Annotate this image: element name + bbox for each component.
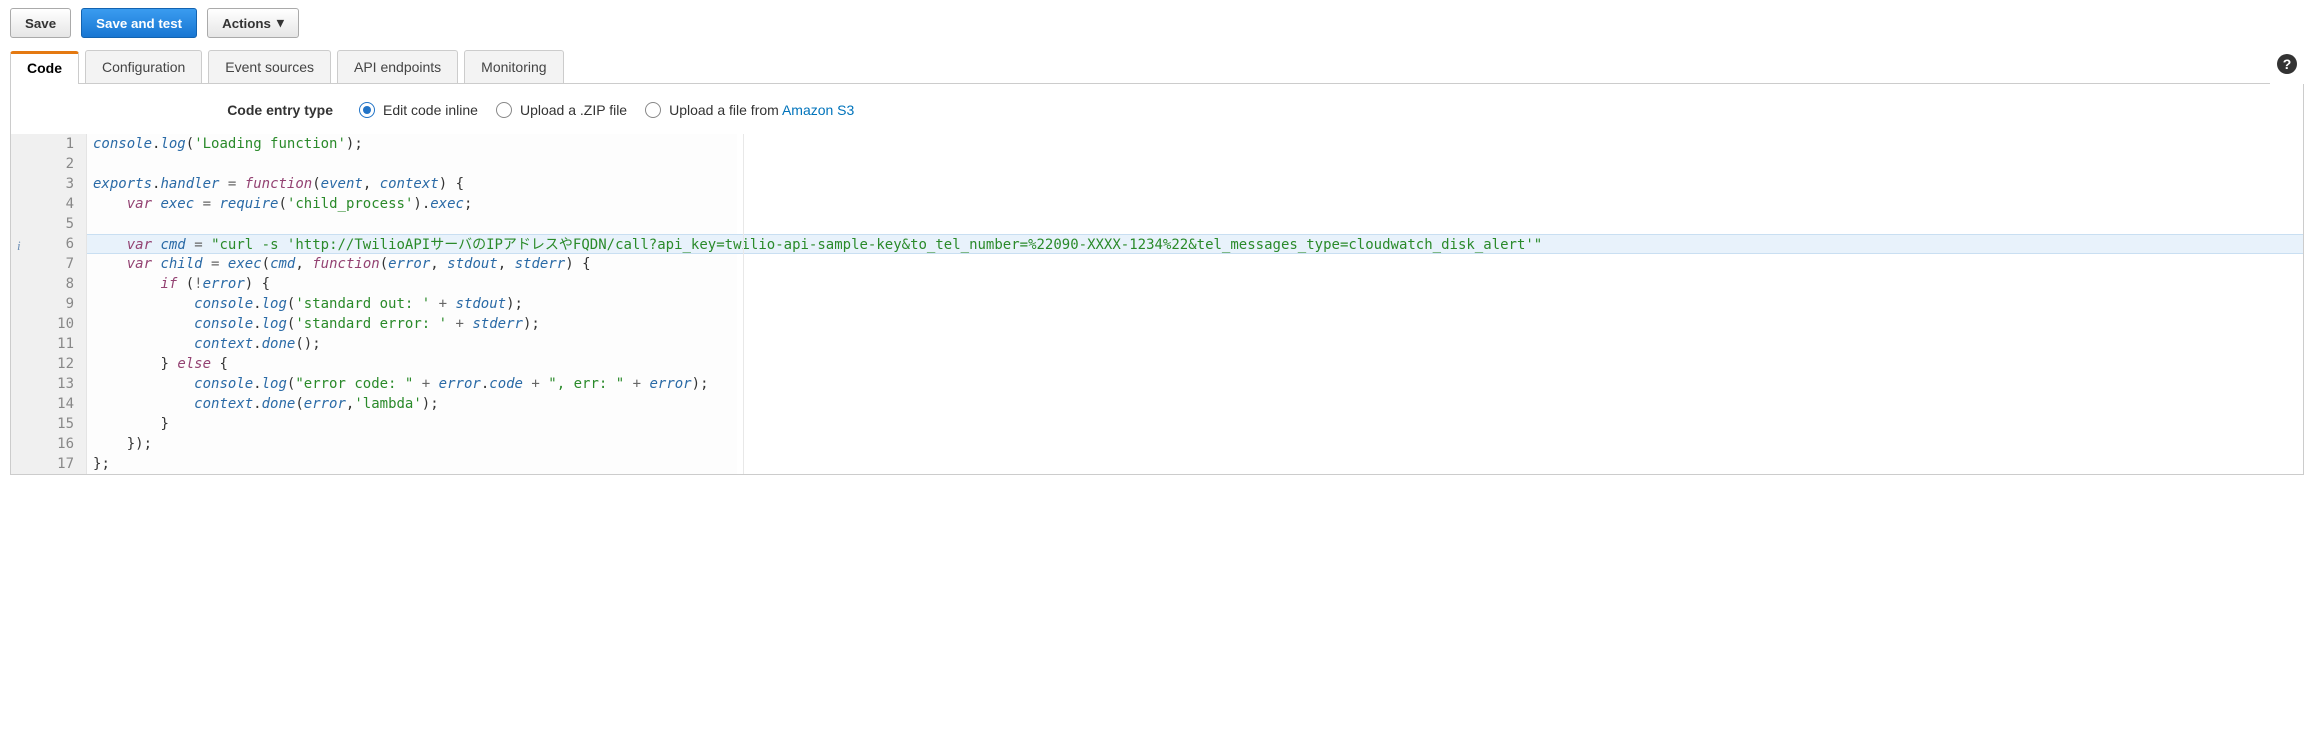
print-margin-line: [743, 134, 744, 474]
line-number: 1: [11, 134, 86, 154]
code-entry-type-label: Code entry type: [11, 102, 341, 118]
code-entry-type-row: Code entry type Edit code inline Upload …: [11, 102, 2303, 134]
code-line[interactable]: } else {: [87, 354, 2303, 374]
code-line[interactable]: context.done(error,'lambda');: [87, 394, 2303, 414]
tab-bar: Code Configuration Event sources API end…: [10, 50, 564, 84]
tab-monitoring[interactable]: Monitoring: [464, 50, 563, 83]
radio-icon: [359, 102, 375, 118]
line-number: 17: [11, 454, 86, 474]
line-number: 8: [11, 274, 86, 294]
code-line[interactable]: if (!error) {: [87, 274, 2303, 294]
actions-label: Actions: [222, 16, 271, 31]
line-number: 12: [11, 354, 86, 374]
radio-icon: [645, 102, 661, 118]
code-editor[interactable]: 123456i7891011121314151617 console.log('…: [11, 134, 2303, 474]
caret-down-icon: ▾: [277, 15, 284, 31]
code-line[interactable]: var child = exec(cmd, function(error, st…: [87, 254, 2303, 274]
code-line[interactable]: context.done();: [87, 334, 2303, 354]
actions-dropdown-button[interactable]: Actions ▾: [207, 8, 299, 38]
info-icon: i: [17, 236, 21, 256]
radio-upload-s3[interactable]: Upload a file from Amazon S3: [645, 102, 854, 118]
radio-label: Edit code inline: [383, 102, 478, 118]
code-panel: Code entry type Edit code inline Upload …: [10, 84, 2304, 475]
code-line[interactable]: var exec = require('child_process').exec…: [87, 194, 2303, 214]
line-number-gutter: 123456i7891011121314151617: [11, 134, 87, 474]
line-number: 7: [11, 254, 86, 274]
line-number: 2: [11, 154, 86, 174]
amazon-s3-link[interactable]: Amazon S3: [782, 102, 854, 118]
code-line[interactable]: console.log("error code: " + error.code …: [87, 374, 2303, 394]
code-line[interactable]: console.log('standard error: ' + stderr)…: [87, 314, 2303, 334]
save-button[interactable]: Save: [10, 8, 71, 38]
code-line[interactable]: };: [87, 454, 2303, 474]
question-mark-glyph: ?: [2283, 56, 2292, 72]
line-number: 16: [11, 434, 86, 454]
code-line[interactable]: [87, 214, 2303, 234]
code-content[interactable]: console.log('Loading function'); exports.…: [87, 134, 2303, 474]
line-number: 9: [11, 294, 86, 314]
radio-upload-zip[interactable]: Upload a .ZIP file: [496, 102, 627, 118]
help-icon[interactable]: ?: [2270, 53, 2304, 81]
toolbar: Save Save and test Actions ▾: [10, 8, 2304, 38]
line-number: 14: [11, 394, 86, 414]
tab-event-sources[interactable]: Event sources: [208, 50, 331, 83]
radio-icon: [496, 102, 512, 118]
line-number: 5: [11, 214, 86, 234]
code-line[interactable]: }: [87, 414, 2303, 434]
code-line[interactable]: });: [87, 434, 2303, 454]
line-number: 6i: [11, 234, 86, 254]
line-number: 10: [11, 314, 86, 334]
radio-label: Upload a .ZIP file: [520, 102, 627, 118]
radio-label: Upload a file from Amazon S3: [669, 102, 854, 118]
radio-edit-inline[interactable]: Edit code inline: [359, 102, 478, 118]
line-number: 4: [11, 194, 86, 214]
line-number: 13: [11, 374, 86, 394]
code-line[interactable]: console.log('Loading function');: [87, 134, 2303, 154]
tab-configuration[interactable]: Configuration: [85, 50, 202, 83]
code-line[interactable]: var cmd = "curl -s 'http://TwilioAPIサーバの…: [87, 234, 2303, 254]
tab-code[interactable]: Code: [10, 51, 79, 84]
line-number: 3: [11, 174, 86, 194]
line-number: 15: [11, 414, 86, 434]
radio-label-prefix: Upload a file from: [669, 102, 782, 118]
code-line[interactable]: exports.handler = function(event, contex…: [87, 174, 2303, 194]
tab-api-endpoints[interactable]: API endpoints: [337, 50, 458, 83]
code-line[interactable]: [87, 154, 2303, 174]
line-number: 11: [11, 334, 86, 354]
code-line[interactable]: console.log('standard out: ' + stdout);: [87, 294, 2303, 314]
save-and-test-button[interactable]: Save and test: [81, 8, 197, 38]
